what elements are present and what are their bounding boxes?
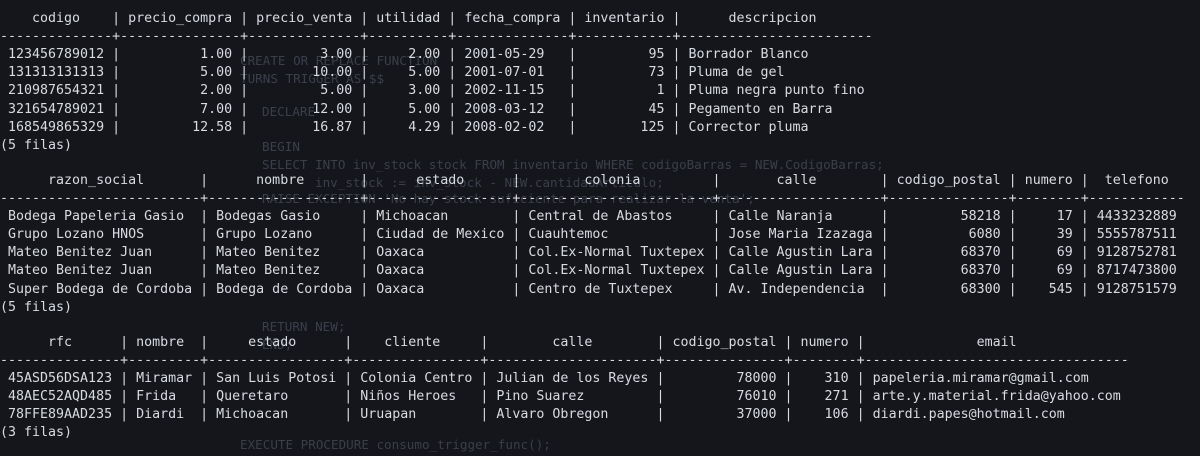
table-2-row: Bodega Papeleria Gasio | Bodegas Gasio |… bbox=[0, 209, 1185, 225]
table-3-row: 45ASD56DSA123 | Miramar | San Luis Potos… bbox=[0, 371, 1129, 387]
table-2-row: Super Bodega de Cordoba | Bodega de Cord… bbox=[0, 281, 1185, 297]
table-1-row: 210987654321 | 2.00 | 5.00 | 3.00 | 2002… bbox=[0, 83, 873, 99]
terminal-window: CREATE OR REPLACE FUNCTION TURNS TRIGGER … bbox=[0, 0, 1200, 456]
table-3-row-count: (3 filas) bbox=[0, 425, 73, 441]
background-code-line: BEGIN bbox=[262, 139, 300, 154]
table-1-separator: --------------+---------------+---------… bbox=[0, 29, 873, 45]
table-2-header-row: razon_social | nombre | estado | colonia… bbox=[0, 172, 1185, 188]
table-3-header-row: rfc | nombre | estado | cliente | calle … bbox=[0, 334, 1129, 350]
table-3-row: 78FFE89AAD235 | Diardi | Michoacan | Uru… bbox=[0, 407, 1129, 423]
table-3-separator: ---------------+---------+--------------… bbox=[0, 353, 1129, 369]
table-3-row: 48AEC52AQD485 | Frida | Queretaro | Niño… bbox=[0, 389, 1129, 405]
table-1-header-row: codigo | precio_compra | precio_venta | … bbox=[0, 11, 873, 26]
table-1-row: 131313131313 | 5.00 | 10.00 | 5.00 | 200… bbox=[0, 65, 873, 81]
table-1-row-count: (5 filas) bbox=[0, 137, 73, 153]
table-2-row: Grupo Lozano HNOS | Grupo Lozano | Ciuda… bbox=[0, 227, 1185, 243]
table-1-row: 168549865329 | 12.58 | 16.87 | 4.29 | 20… bbox=[0, 119, 873, 135]
table-1-row: 321654789021 | 7.00 | 12.00 | 5.00 | 200… bbox=[0, 101, 873, 117]
background-code-line: EXECUTE PROCEDURE consumo_trigger_func()… bbox=[240, 437, 551, 452]
table-2-row: Mateo Benitez Juan | Mateo Benitez | Oax… bbox=[0, 263, 1185, 279]
table-2-separator: -------------------------+--------------… bbox=[0, 191, 1185, 207]
table-2-row-count: (5 filas) bbox=[0, 299, 73, 315]
table-2-row: Mateo Benitez Juan | Mateo Benitez | Oax… bbox=[0, 245, 1185, 261]
table-1-row: 123456789012 | 1.00 | 3.00 | 2.00 | 2001… bbox=[0, 47, 873, 63]
